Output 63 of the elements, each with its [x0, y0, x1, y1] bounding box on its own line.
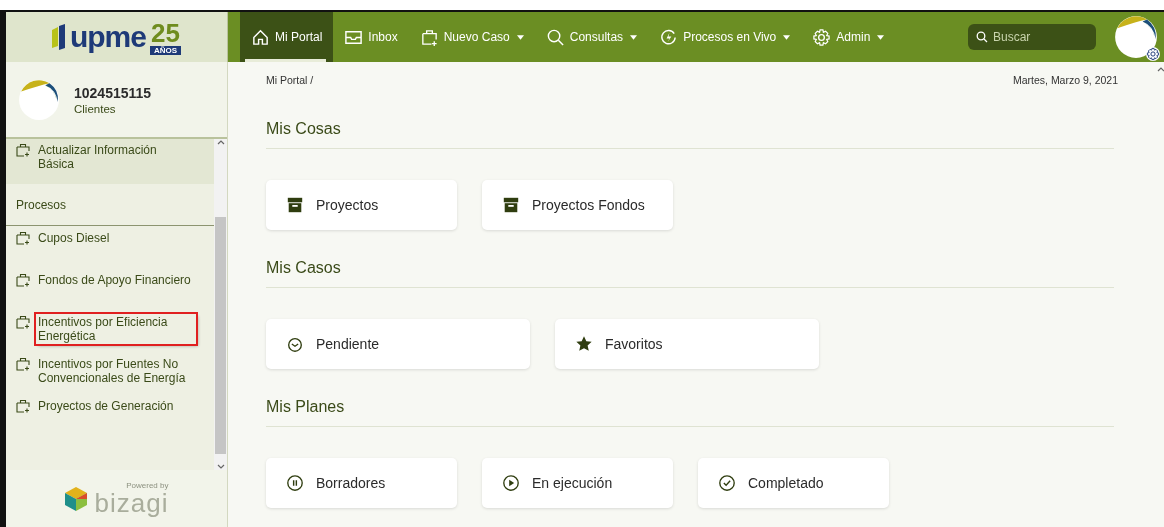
sidebar-item[interactable]: Incentivos por Fuentes No Convencionales de Energía [36, 356, 196, 386]
logo-number: 25 [151, 19, 180, 46]
scroll-up-icon[interactable] [1157, 66, 1164, 72]
logo-text: upme [69, 22, 146, 52]
caret-icon [630, 34, 638, 40]
briefcase-plus-icon [16, 315, 30, 329]
user-role: Clientes [74, 102, 117, 115]
section-title: Mis Cosas [266, 120, 1114, 149]
nav-tab[interactable]: Procesos en Vivo [648, 12, 802, 62]
caret-icon [783, 34, 791, 40]
caret-icon [877, 34, 885, 40]
nav-tab[interactable]: Consultas [534, 12, 649, 62]
sidebar-item[interactable]: Proyectos de Generación [36, 398, 176, 414]
play-icon [502, 474, 520, 492]
avatar [18, 78, 60, 121]
nav-tab[interactable]: Admin [801, 12, 896, 62]
section-title: Mis Casos [266, 259, 1114, 288]
avatar [1114, 15, 1158, 59]
user-id: 1024515115 [74, 84, 152, 101]
cube-logo-icon [64, 486, 87, 511]
brand-text: bizagi [94, 490, 169, 516]
archive-box-icon [286, 196, 304, 214]
date-text: Martes, Marzo 9, 2021 [1012, 74, 1118, 86]
portal-card[interactable]: Pendiente [266, 319, 530, 369]
briefcase-plus-icon [419, 27, 439, 47]
portal-card[interactable]: Favoritos [555, 319, 819, 369]
section-title: Mis Planes [266, 398, 1114, 427]
nav-tab[interactable]: Mi Portal [240, 12, 334, 62]
briefcase-plus-icon [16, 231, 30, 245]
logo-mark-icon [51, 24, 66, 50]
check-circle-icon [718, 474, 736, 492]
pause-icon [286, 474, 304, 492]
scroll-up-icon[interactable] [216, 139, 225, 145]
search-field[interactable]: Buscar [968, 24, 1096, 50]
briefcase-plus-icon [16, 357, 30, 371]
archive-box-icon [502, 196, 520, 214]
nav-tab[interactable]: Nuevo Caso [408, 12, 535, 62]
sidebar-item[interactable]: Fondos de Apoyo Financiero [36, 272, 193, 288]
powered-by-text: Powered by [126, 481, 169, 490]
portal-card[interactable]: Completado [698, 458, 889, 508]
scrollbar[interactable] [214, 139, 227, 470]
settings-icon[interactable] [1146, 47, 1160, 61]
settings-icon [812, 27, 832, 47]
portal-card[interactable]: Proyectos Fondos [482, 180, 673, 230]
search-icon [976, 31, 988, 43]
briefcase-plus-icon [16, 143, 30, 157]
star-icon [575, 335, 593, 353]
portal-card[interactable]: Borradores [266, 458, 457, 508]
home-icon [251, 27, 270, 47]
clock-icon [286, 335, 304, 353]
search-icon [545, 27, 565, 47]
refresh-bolt-icon [659, 27, 679, 47]
portal-card[interactable]: En ejecución [482, 458, 673, 508]
breadcrumb[interactable]: Mi Portal / [266, 74, 314, 86]
nav-tab[interactable]: Inbox [333, 12, 409, 62]
portal-card[interactable]: Proyectos [266, 180, 457, 230]
sidebar-item[interactable]: Incentivos por Eficiencia Energética [36, 314, 196, 344]
briefcase-plus-icon [16, 399, 30, 413]
logo-tag: AÑOS [149, 45, 182, 55]
caret-icon [516, 34, 524, 40]
scroll-down-icon[interactable] [216, 464, 225, 470]
briefcase-plus-icon [16, 273, 30, 287]
sidebar-item[interactable]: Cupos Diesel [36, 230, 112, 246]
